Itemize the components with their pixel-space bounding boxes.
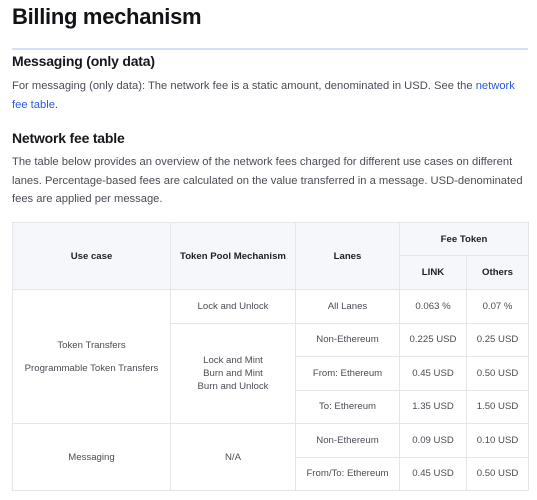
- title-divider: [12, 48, 528, 50]
- others-fee-cell: 1.50 USD: [466, 389, 529, 424]
- use-case-cell: Messaging: [12, 423, 171, 491]
- lane-cell: All Lanes: [295, 289, 400, 324]
- messaging-description: For messaging (only data): The network f…: [12, 77, 528, 114]
- mechanism-label: Lock and Mint: [203, 354, 263, 366]
- page-title: Billing mechanism: [12, 4, 202, 29]
- link-fee-cell: 0.45 USD: [399, 356, 467, 391]
- network-fee-table-description: The table below provides an overview of …: [12, 156, 523, 205]
- others-fee-cell: 0.50 USD: [466, 456, 529, 491]
- lane-cell: To: Ethereum: [295, 389, 400, 424]
- mechanism-label: Burn and Mint: [203, 367, 263, 379]
- others-fee-cell: 0.10 USD: [466, 423, 529, 458]
- table-row: Messaging N/A Non-Ethereum 0.09 USD 0.10 USD: [12, 423, 529, 491]
- mechanism-label: Burn and Unlock: [197, 380, 269, 392]
- table-header-row: Use case Token Pool Mechanism Lanes Fee …: [12, 222, 529, 290]
- mechanism-cell: Lock and Unlock: [170, 289, 296, 324]
- use-case-label: Programmable Token Transfers: [24, 362, 159, 374]
- lane-cell: From: Ethereum: [295, 356, 400, 391]
- lane-cell: Non-Ethereum: [295, 322, 400, 357]
- others-fee-cell: 0.07 %: [466, 289, 529, 324]
- link-fee-cell: 0.45 USD: [399, 456, 467, 491]
- messaging-text: For messaging (only data): The network f…: [12, 80, 476, 92]
- others-fee-cell: 0.50 USD: [466, 356, 529, 391]
- lane-cell: Non-Ethereum: [295, 423, 400, 458]
- network-fee-table: Use case Token Pool Mechanism Lanes Fee …: [12, 222, 529, 491]
- network-fee-table-heading: Network fee table: [12, 130, 125, 146]
- mechanism-cell: Lock and Mint Burn and Mint Burn and Unloc…: [170, 322, 296, 424]
- header-lanes: Lanes: [295, 222, 400, 290]
- mechanism-label: Lock and Unlock: [197, 300, 269, 312]
- link-fee-cell: 0.063 %: [399, 289, 467, 324]
- others-fee-cell: 0.25 USD: [466, 322, 529, 357]
- mechanism-cell: N/A: [170, 423, 296, 491]
- use-case-label: Token Transfers: [57, 339, 126, 351]
- link-fee-cell: 1.35 USD: [399, 389, 467, 424]
- header-others: Others: [466, 255, 529, 290]
- table-row: Token Transfers Programmable Token Transf…: [12, 289, 529, 424]
- messaging-heading: Messaging (only data): [12, 53, 155, 69]
- link-fee-cell: 0.225 USD: [399, 322, 467, 357]
- header-link: LINK: [399, 255, 467, 290]
- use-case-cell: Token Transfers Programmable Token Transf…: [12, 289, 171, 424]
- link-fee-cell: 0.09 USD: [399, 423, 467, 458]
- header-fee-token: Fee Token: [399, 222, 529, 256]
- mechanism-label: N/A: [225, 451, 241, 463]
- messaging-text-end: .: [54, 98, 59, 111]
- header-use-case: Use case: [12, 222, 171, 290]
- header-token-pool-mechanism: Token Pool Mechanism: [170, 222, 296, 290]
- lane-cell: From/To: Ethereum: [295, 456, 400, 491]
- use-case-label: Messaging: [68, 451, 115, 463]
- table-body: Token Transfers Programmable Token Transf…: [12, 289, 529, 491]
